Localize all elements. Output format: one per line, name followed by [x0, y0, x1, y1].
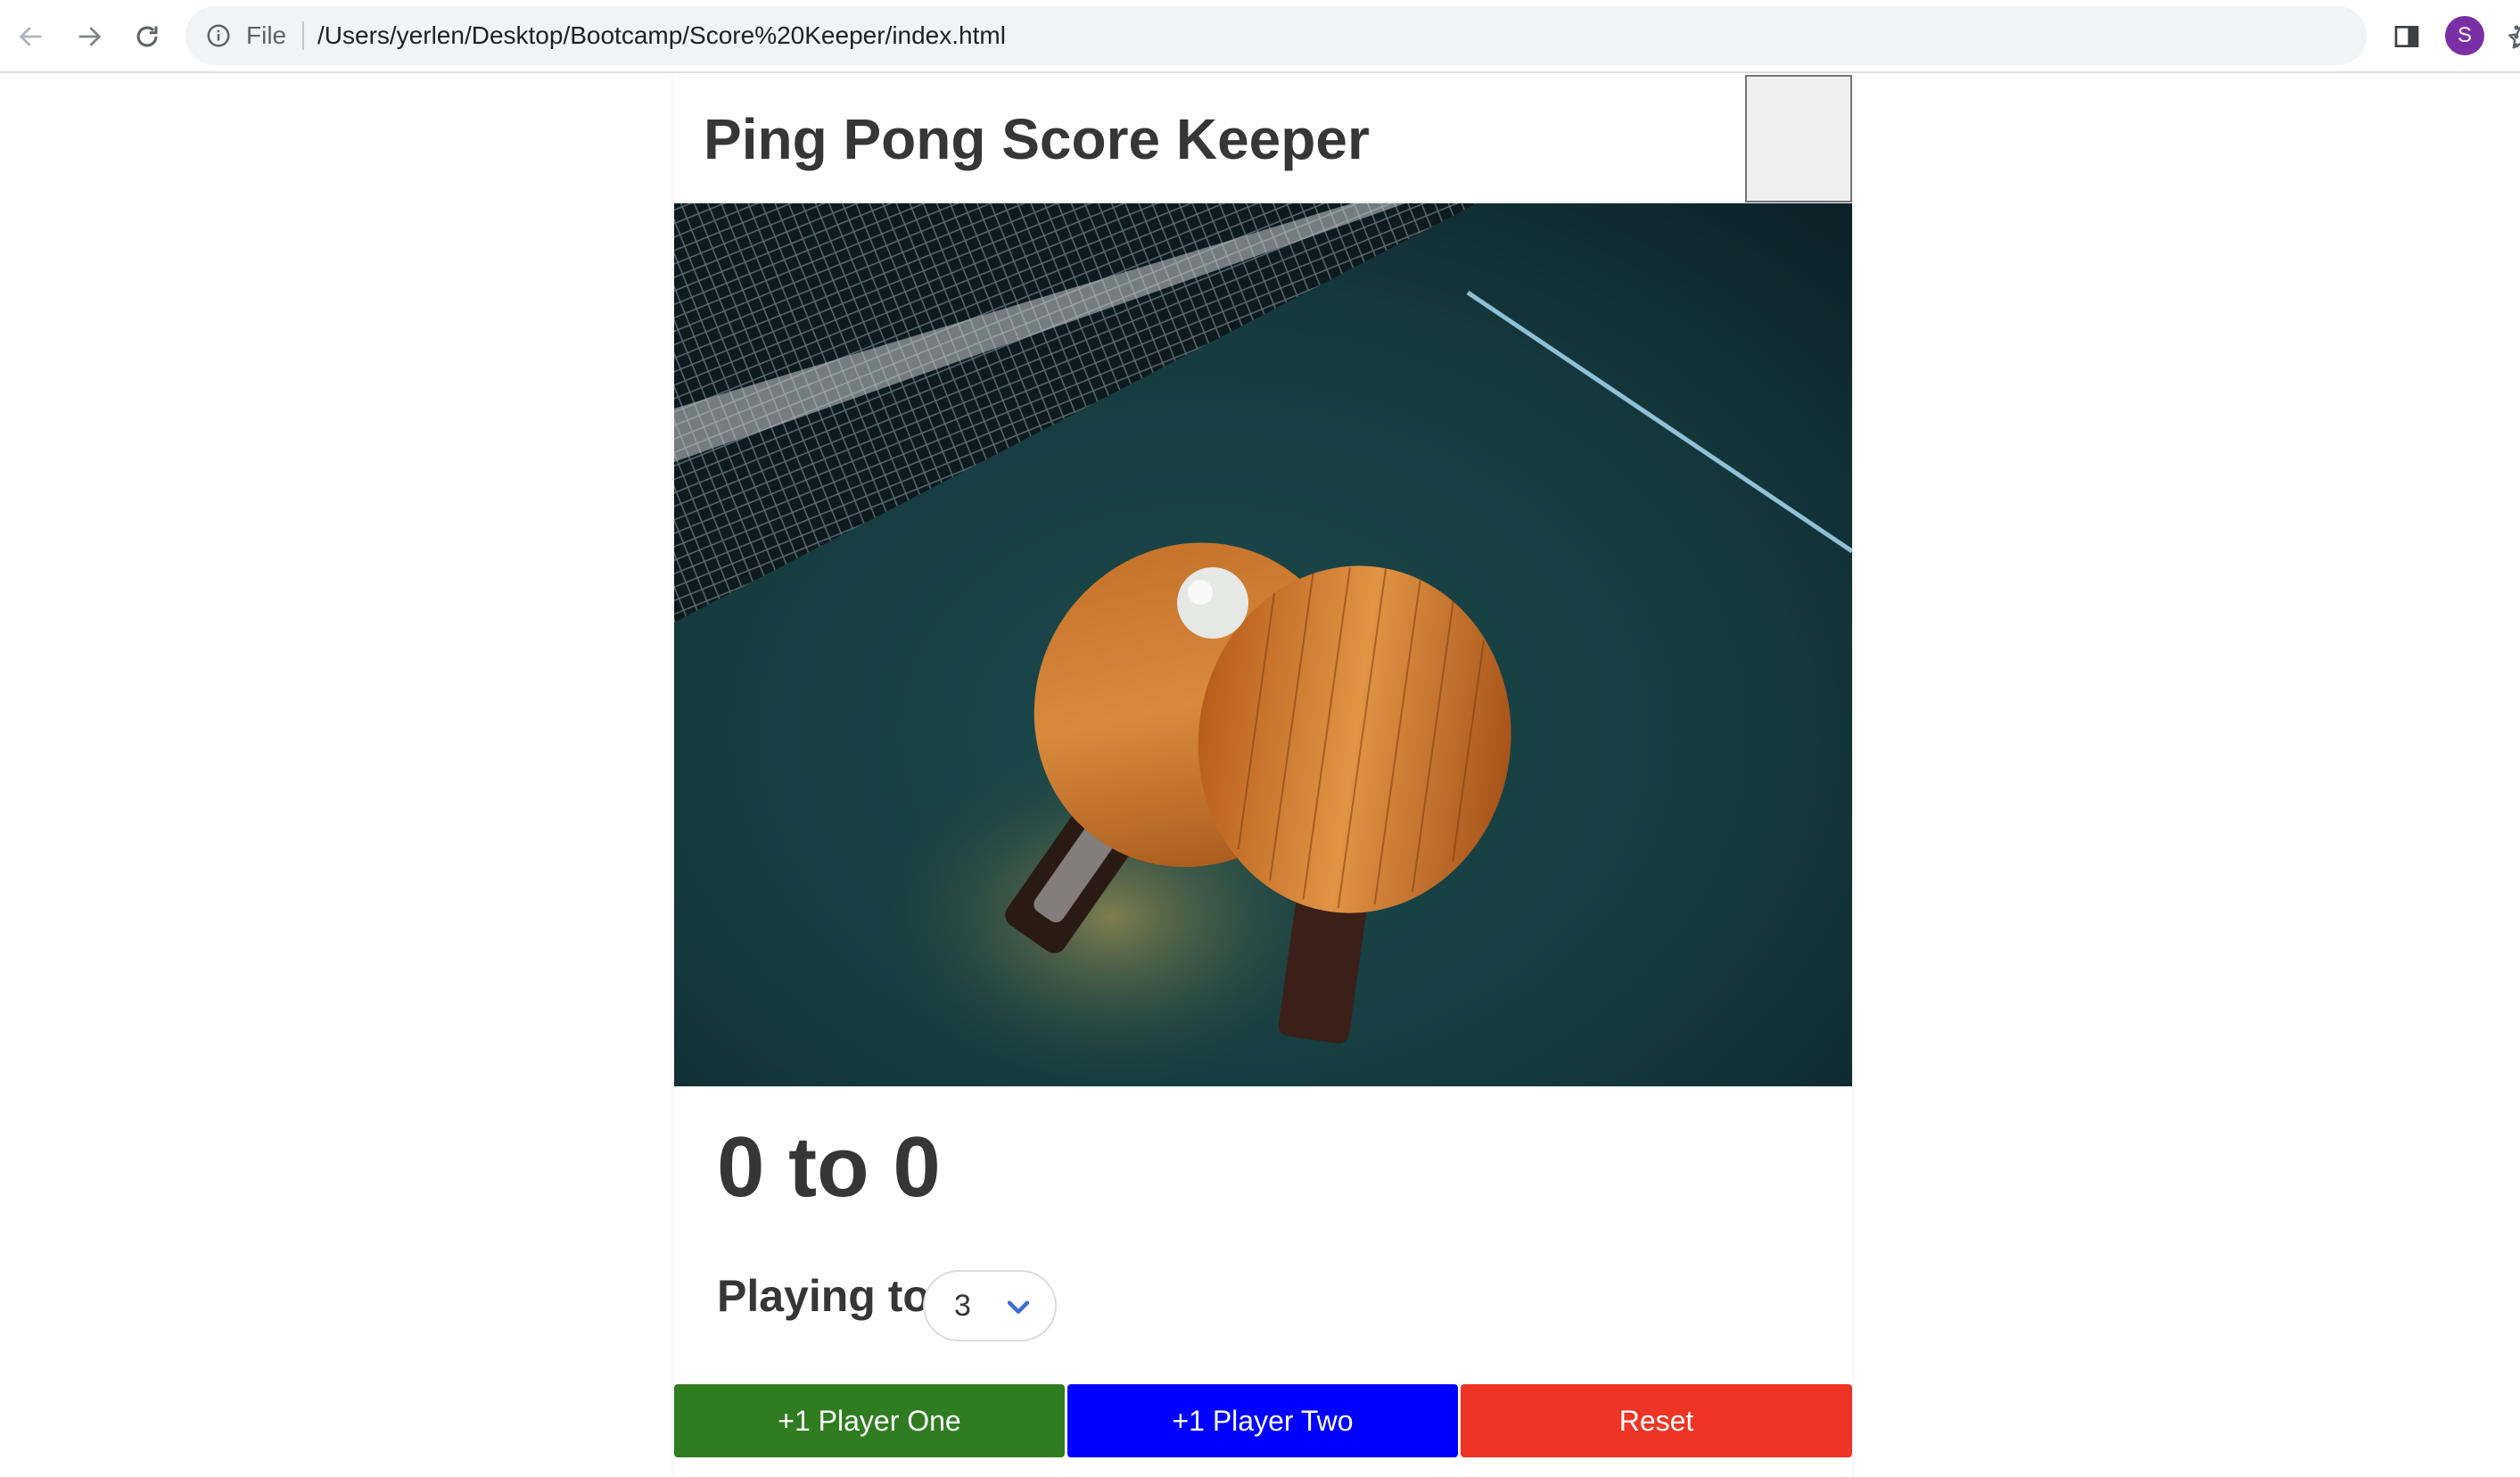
playing-to-value: 3 — [954, 1289, 971, 1323]
score-display: 0 to 0 — [717, 1119, 941, 1215]
avatar-initial: S — [2457, 23, 2472, 47]
back-arrow-icon[interactable] — [9, 14, 54, 59]
address-separator — [302, 21, 304, 50]
chevron-down-icon — [1007, 1300, 1030, 1314]
reload-icon[interactable] — [125, 14, 169, 59]
scheme-label: File — [246, 21, 287, 49]
avatar[interactable]: S — [2445, 16, 2484, 55]
player-one-button[interactable]: +1 Player One — [674, 1384, 1065, 1457]
info-icon[interactable] — [203, 21, 234, 51]
header-button[interactable] — [1745, 75, 1852, 202]
side-panel-icon[interactable] — [2388, 18, 2425, 55]
card-header: Ping Pong Score Keeper — [674, 75, 1852, 203]
reset-button[interactable]: Reset — [1461, 1384, 1852, 1457]
player-two-button[interactable]: +1 Player Two — [1067, 1384, 1458, 1457]
button-row: +1 Player One +1 Player Two Reset — [674, 1384, 1852, 1457]
menu-icon[interactable] — [2502, 18, 2520, 55]
playing-to-select[interactable]: 3 — [923, 1270, 1057, 1341]
address-bar[interactable]: File /Users/yerlen/Desktop/Bootcamp/Scor… — [185, 6, 2520, 65]
score-keeper-card: Ping Pong Score Keeper 0 to 0 Playing to… — [674, 75, 1852, 1477]
page-title: Ping Pong Score Keeper — [704, 107, 1370, 171]
hero-image — [674, 203, 1852, 1086]
playing-to-label: Playing to — [717, 1271, 930, 1321]
browser-toolbar: File /Users/yerlen/Desktop/Bootcamp/Scor… — [0, 0, 2520, 73]
url-text[interactable]: /Users/yerlen/Desktop/Bootcamp/Score%20K… — [317, 6, 1006, 65]
forward-arrow-icon[interactable] — [67, 14, 111, 59]
